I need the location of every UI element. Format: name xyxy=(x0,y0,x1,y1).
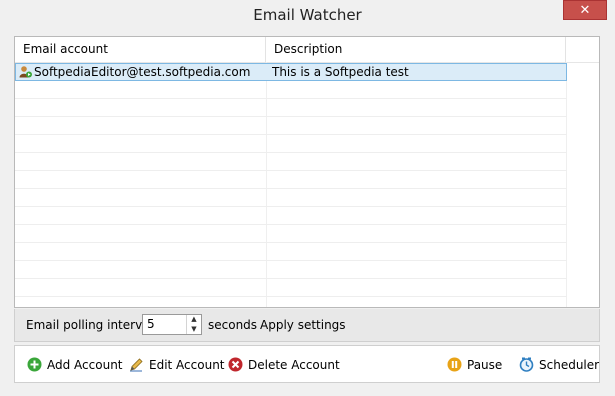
stepper-buttons: ▲ ▼ xyxy=(186,315,201,334)
table-row[interactable]: SoftpediaEditor@test.softpedia.com This … xyxy=(15,63,567,81)
email-watcher-window: Email Watcher ✕ Email account Descriptio… xyxy=(0,0,615,396)
accounts-grid: Email account Description SoftpediaEdito… xyxy=(15,37,599,307)
edit-account-label: Edit Account xyxy=(149,358,225,372)
stepper-up-icon[interactable]: ▲ xyxy=(187,315,201,324)
empty-row xyxy=(15,279,567,297)
cell-email-account: SoftpediaEditor@test.softpedia.com xyxy=(19,64,262,81)
stepper-down-icon[interactable]: ▼ xyxy=(187,325,201,334)
empty-row xyxy=(15,153,567,171)
empty-row xyxy=(15,189,567,207)
empty-row xyxy=(15,99,567,117)
accounts-list[interactable]: Email account Description SoftpediaEdito… xyxy=(14,36,600,308)
empty-row xyxy=(15,135,567,153)
polling-interval-label: Email polling interval: xyxy=(26,318,157,332)
polling-interval-stepper[interactable]: ▲ ▼ xyxy=(142,314,202,335)
empty-row xyxy=(15,81,567,99)
clock-icon xyxy=(519,357,534,372)
add-account-button[interactable]: Add Account xyxy=(27,356,123,374)
pause-button[interactable]: Pause xyxy=(447,356,502,374)
delete-account-label: Delete Account xyxy=(248,358,340,372)
empty-row xyxy=(15,243,567,261)
empty-row xyxy=(15,117,567,135)
pencil-icon xyxy=(129,357,144,372)
empty-row xyxy=(15,207,567,225)
empty-row xyxy=(15,261,567,279)
bottom-toolbar: Add Account Edit Account Delete Account … xyxy=(14,345,600,383)
title-bar: Email Watcher ✕ xyxy=(0,0,615,32)
polling-settings-bar: Email polling interval: ▲ ▼ seconds Appl… xyxy=(14,309,600,342)
empty-row xyxy=(15,171,567,189)
scheduler-button[interactable]: Scheduler xyxy=(519,356,599,374)
user-mail-icon xyxy=(19,65,32,78)
list-header: Email account Description xyxy=(15,37,599,63)
x-circle-icon xyxy=(228,357,243,372)
close-button[interactable]: ✕ xyxy=(563,0,607,20)
column-header-email-account[interactable]: Email account xyxy=(15,37,266,62)
pause-label: Pause xyxy=(467,358,503,372)
edit-account-button[interactable]: Edit Account xyxy=(129,356,225,374)
email-account-text: SoftpediaEditor@test.softpedia.com xyxy=(34,65,251,79)
cell-description: This is a Softpedia test xyxy=(272,65,409,79)
empty-row xyxy=(15,225,567,243)
pause-icon xyxy=(447,357,462,372)
seconds-label: seconds xyxy=(208,318,258,332)
scheduler-label: Scheduler xyxy=(539,358,600,372)
window-title: Email Watcher xyxy=(253,6,362,24)
column-header-description[interactable]: Description xyxy=(266,37,566,62)
delete-account-button[interactable]: Delete Account xyxy=(228,356,340,374)
apply-settings-button[interactable]: Apply settings xyxy=(260,318,346,332)
polling-interval-input[interactable] xyxy=(145,316,185,332)
add-account-label: Add Account xyxy=(47,358,123,372)
plus-circle-icon xyxy=(27,357,42,372)
